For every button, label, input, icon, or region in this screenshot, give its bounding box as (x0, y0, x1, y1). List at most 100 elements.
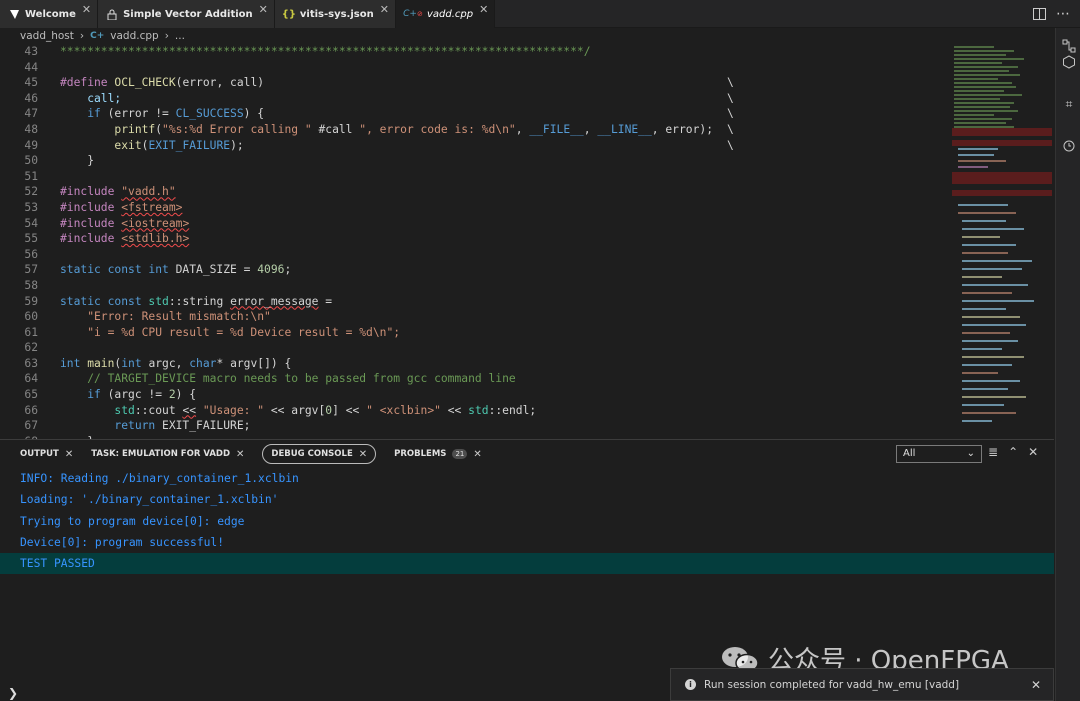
tab-label: OUTPUT (20, 449, 59, 459)
code-line: exit(EXIT_FAILURE); (60, 138, 244, 152)
close-icon[interactable]: ✕ (236, 449, 244, 460)
tab-debug-console[interactable]: DEBUG CONSOLE ✕ (262, 444, 377, 464)
line-number: 43 (24, 45, 38, 58)
line-number: 50 (24, 154, 38, 168)
lock-icon (106, 8, 118, 20)
line-number: 58 (24, 278, 38, 292)
code-line: printf("%s:%d Error calling " #call ", e… (60, 122, 713, 136)
line-continuation: \ (727, 122, 734, 136)
line-number: 62 (24, 341, 38, 355)
line-number: 54 (24, 216, 38, 230)
tab-label: vitis-sys.json (299, 8, 374, 20)
line-number: 55 (24, 232, 38, 246)
binary-icon[interactable]: ⌗ (1061, 96, 1077, 112)
clear-console-icon[interactable]: ≣ (988, 445, 998, 459)
tab-simple-vector-addition[interactable]: Simple Vector Addition ✕ (98, 0, 275, 28)
code-line: ****************************************… (60, 45, 591, 58)
line-number: 63 (24, 356, 38, 370)
code-line: std::cout << "Usage: " << argv[0] << " <… (60, 403, 537, 417)
line-number: 47 (24, 107, 38, 121)
debug-console-output: INFO: Reading ./binary_container_1.xclbi… (0, 468, 1054, 575)
line-number: 44 (24, 60, 38, 74)
console-input-prompt[interactable]: ❯ (8, 686, 18, 700)
breadcrumb-folder[interactable]: vadd_host (20, 30, 74, 42)
line-number: 45 (24, 76, 38, 90)
tab-label: TASK: EMULATION FOR VADD (91, 449, 231, 459)
split-editor-icon[interactable] (1030, 5, 1048, 23)
line-number: 53 (24, 200, 38, 214)
close-icon[interactable]: ✕ (82, 3, 91, 16)
line-continuation: \ (727, 107, 734, 121)
minimap[interactable] (952, 44, 1054, 439)
tab-vadd-cpp[interactable]: C+ ⊘ vadd.cpp ✕ (395, 0, 496, 28)
code-line: int main(int argc, char* argv[]) { (60, 356, 292, 370)
breadcrumb-file[interactable]: vadd.cpp (110, 30, 158, 42)
more-actions-icon[interactable]: ⋯ (1054, 5, 1072, 23)
tab-vitis-sys-json[interactable]: {} vitis-sys.json ✕ (274, 0, 396, 28)
console-line: TEST PASSED (0, 553, 1054, 575)
tab-problems[interactable]: PROBLEMS 21 ✕ (394, 444, 482, 464)
code-line: "i = %d CPU result = %d Device result = … (60, 325, 401, 339)
cpp-file-icon: C+ (90, 31, 105, 41)
code-line: #include "vadd.h" (60, 185, 176, 199)
tab-output[interactable]: OUTPUT ✕ (20, 444, 73, 464)
tab-label: Simple Vector Addition (123, 8, 253, 20)
close-icon[interactable]: ✕ (259, 3, 268, 16)
code-line: #include <iostream> (60, 216, 190, 230)
info-icon: i (685, 679, 696, 690)
console-line: Loading: './binary_container_1.xclbin' (20, 493, 279, 507)
code-editor[interactable]: 43 **************************************… (0, 44, 950, 439)
editor-tab-bar: Welcome ✕ Simple Vector Addition ✕ {} vi… (0, 0, 1080, 28)
code-line: } (60, 154, 95, 168)
close-icon[interactable]: ✕ (380, 3, 389, 16)
tab-task-emulation[interactable]: TASK: EMULATION FOR VADD ✕ (91, 444, 244, 464)
tab-welcome[interactable]: Welcome ✕ (0, 0, 99, 28)
tab-label: DEBUG CONSOLE (271, 449, 353, 459)
code-line: if (argc != 2) { (60, 388, 197, 402)
console-filter-select[interactable]: All ⌄ (896, 445, 982, 463)
activity-bar: ⌗ (1055, 28, 1080, 701)
close-icon[interactable]: ✕ (65, 449, 73, 460)
close-icon[interactable]: ✕ (473, 449, 481, 460)
console-line: INFO: Reading ./binary_container_1.xclbi… (20, 472, 299, 485)
vitis-logo-icon (8, 8, 20, 20)
console-line: Trying to program device[0]: edge (20, 514, 245, 528)
line-number: 49 (24, 138, 38, 152)
code-line: static const std::string error_message = (60, 294, 333, 308)
close-icon[interactable]: ✕ (359, 449, 367, 460)
chevron-down-icon: ⌄ (966, 448, 975, 459)
maximize-panel-icon[interactable]: ⌃ (1008, 445, 1018, 459)
problems-count-badge: 21 (452, 449, 468, 459)
line-number: 57 (24, 263, 38, 277)
json-icon: {} (281, 8, 296, 20)
tab-label: vadd.cpp (426, 8, 474, 20)
watch-icon[interactable] (1061, 138, 1077, 154)
line-number: 66 (24, 403, 38, 417)
line-number: 46 (24, 91, 38, 105)
code-line: #include <stdlib.h> (60, 232, 190, 246)
close-icon[interactable]: ✕ (479, 3, 488, 16)
close-icon[interactable]: ✕ (1031, 678, 1041, 692)
chevron-right-icon: › (79, 30, 85, 42)
line-continuation: \ (727, 76, 734, 90)
line-continuation: \ (727, 138, 734, 152)
line-number: 51 (24, 169, 38, 183)
notification-text: Run session completed for vadd_hw_emu [v… (704, 678, 960, 691)
line-number: 61 (24, 325, 38, 339)
cpp-file-icon: C+ ⊘ (403, 9, 423, 19)
flow-icon[interactable] (1061, 38, 1077, 54)
line-number: 52 (24, 185, 38, 199)
line-number: 56 (24, 247, 38, 261)
breadcrumb-more[interactable]: ... (175, 30, 185, 42)
code-line: if (error != CL_SUCCESS) { (60, 107, 265, 121)
line-continuation: \ (727, 91, 734, 105)
notification-toast: i Run session completed for vadd_hw_emu … (670, 668, 1054, 701)
close-panel-icon[interactable]: ✕ (1028, 445, 1038, 459)
hex-icon[interactable] (1061, 54, 1077, 70)
filter-value: All (903, 448, 916, 459)
